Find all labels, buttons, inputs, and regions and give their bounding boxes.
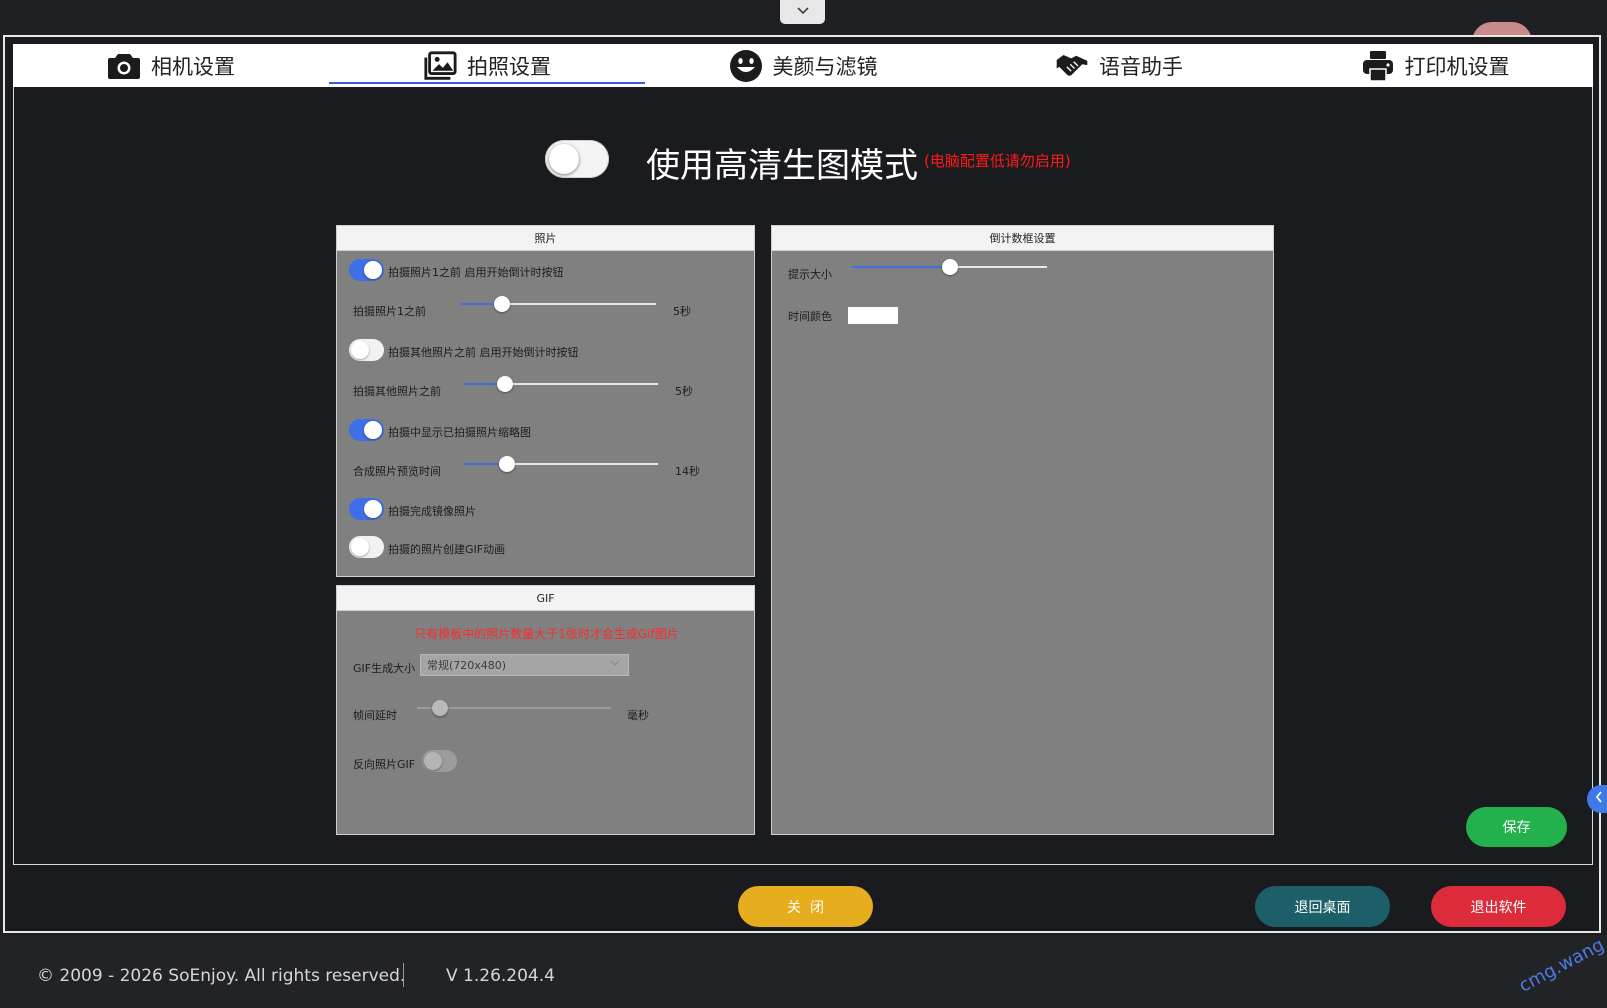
gif-size-value: 常规(720x480) bbox=[427, 659, 507, 672]
frame-delay-slider[interactable] bbox=[417, 700, 611, 716]
frame-delay-unit: 毫秒 bbox=[627, 709, 649, 722]
tab-label: 拍照设置 bbox=[467, 54, 551, 79]
countdown-panel-title: 倒计数框设置 bbox=[772, 226, 1273, 251]
chevron-down-icon bbox=[610, 659, 620, 670]
side-collapse-tab[interactable] bbox=[1587, 785, 1607, 813]
tab-bar: 相机设置 拍照设置 美颜与滤镜 语音助手 打印机设置 bbox=[13, 44, 1593, 87]
smile-face-icon bbox=[729, 49, 763, 83]
gif-warning: 只有模板中的照片数量大于1张时才会生成Gif图片 bbox=[414, 627, 679, 641]
preview-time-value: 14秒 bbox=[675, 465, 700, 478]
time-color-label: 时间颜色 bbox=[788, 310, 832, 323]
tab-label: 语音助手 bbox=[1099, 54, 1183, 79]
handshake-icon bbox=[1055, 49, 1089, 83]
hd-mode-warning: (电脑配置低请勿启用) bbox=[924, 152, 1071, 170]
printer-icon bbox=[1361, 49, 1395, 83]
hd-mode-toggle[interactable] bbox=[545, 140, 609, 178]
collapse-handle[interactable] bbox=[780, 0, 825, 24]
countdown-first-toggle[interactable] bbox=[349, 259, 384, 281]
preview-time-label: 合成照片预览时间 bbox=[353, 465, 441, 478]
countdown-other-slider-label: 拍摄其他照片之前 bbox=[353, 385, 441, 398]
countdown-first-slider-label: 拍摄照片1之前 bbox=[353, 305, 426, 318]
countdown-panel: 倒计数框设置 提示大小 时间颜色 bbox=[771, 225, 1274, 835]
tab-label: 美颜与滤镜 bbox=[772, 54, 878, 79]
version-text: V 1.26.204.4 bbox=[446, 966, 555, 986]
tab-printer-settings[interactable]: 打印机设置 bbox=[1277, 44, 1593, 87]
countdown-other-toggle-label: 拍摄其他照片之前 启用开始倒计时按钮 bbox=[388, 346, 579, 359]
tip-size-label: 提示大小 bbox=[788, 268, 832, 281]
footer-divider bbox=[403, 963, 404, 987]
chevron-left-icon bbox=[1595, 791, 1603, 807]
tab-voice-assistant[interactable]: 语音助手 bbox=[961, 44, 1277, 87]
gif-panel: GIF 只有模板中的照片数量大于1张时才会生成Gif图片 GIF生成大小 常规(… bbox=[336, 585, 755, 835]
photo-gallery-icon bbox=[423, 49, 457, 83]
countdown-other-toggle[interactable] bbox=[349, 339, 384, 361]
back-desktop-button[interactable]: 退回桌面 bbox=[1255, 886, 1390, 927]
tab-label: 相机设置 bbox=[151, 54, 235, 79]
countdown-other-slider[interactable] bbox=[464, 376, 658, 392]
gif-size-label: GIF生成大小 bbox=[353, 662, 416, 675]
reverse-gif-toggle[interactable] bbox=[422, 750, 457, 772]
save-button[interactable]: 保存 bbox=[1466, 807, 1567, 847]
tip-size-slider[interactable] bbox=[852, 259, 1047, 275]
countdown-first-slider[interactable] bbox=[461, 296, 656, 312]
tab-beauty-filter[interactable]: 美颜与滤镜 bbox=[645, 44, 961, 87]
preview-time-slider[interactable] bbox=[464, 456, 658, 472]
hd-mode-label: 使用高清生图模式 bbox=[646, 146, 918, 186]
show-thumbnails-label: 拍摄中显示已拍摄照片缩略图 bbox=[388, 426, 531, 439]
reverse-gif-label: 反向照片GIF bbox=[353, 758, 416, 771]
tab-label: 打印机设置 bbox=[1404, 54, 1510, 79]
mirror-toggle[interactable] bbox=[349, 498, 384, 520]
exit-button[interactable]: 退出软件 bbox=[1431, 886, 1566, 927]
mirror-label: 拍摄完成镜像照片 bbox=[388, 505, 476, 518]
close-button[interactable]: 关 闭 bbox=[738, 886, 873, 927]
gif-create-label: 拍摄的照片创建GIF动画 bbox=[388, 543, 506, 556]
show-thumbnails-toggle[interactable] bbox=[349, 419, 384, 441]
tab-camera-settings[interactable]: 相机设置 bbox=[13, 44, 329, 87]
copyright-text: © 2009 - 2026 SoEnjoy. All rights reserv… bbox=[37, 966, 406, 986]
tab-photo-settings[interactable]: 拍照设置 bbox=[329, 44, 645, 87]
photo-panel-title: 照片 bbox=[337, 226, 754, 251]
time-color-swatch[interactable] bbox=[848, 307, 898, 324]
photo-panel: 照片 拍摄照片1之前 启用开始倒计时按钮 拍摄照片1之前 5秒 拍摄其他照片之前… bbox=[336, 225, 755, 577]
camera-icon bbox=[107, 49, 141, 83]
chevron-down-icon bbox=[796, 5, 810, 20]
gif-size-select[interactable]: 常规(720x480) bbox=[420, 654, 629, 676]
countdown-first-toggle-label: 拍摄照片1之前 启用开始倒计时按钮 bbox=[388, 266, 564, 279]
gif-create-toggle[interactable] bbox=[349, 536, 384, 558]
countdown-other-value: 5秒 bbox=[675, 385, 693, 398]
frame-delay-label: 帧间延时 bbox=[353, 709, 397, 722]
countdown-first-value: 5秒 bbox=[673, 305, 691, 318]
gif-panel-title: GIF bbox=[337, 586, 754, 611]
